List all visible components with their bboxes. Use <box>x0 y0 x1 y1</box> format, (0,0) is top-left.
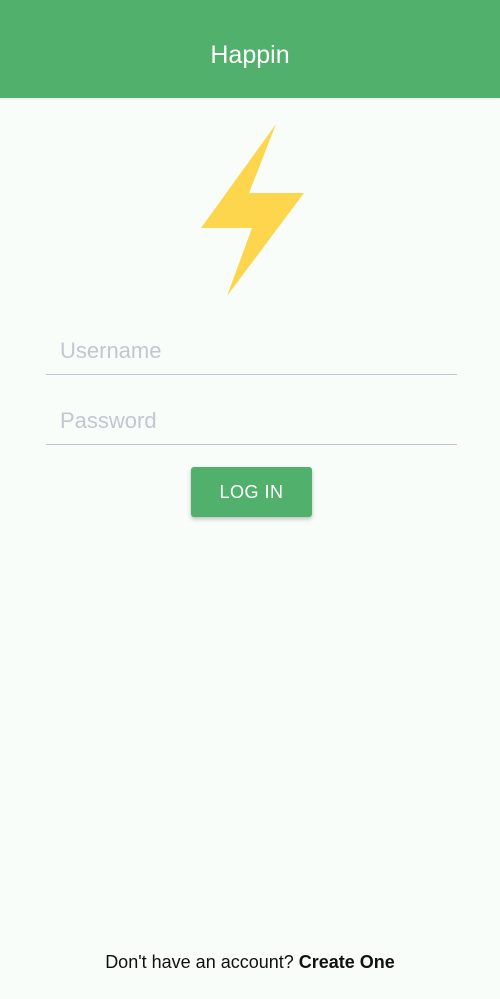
password-field <box>46 398 457 445</box>
create-account-link[interactable]: Create One <box>299 952 395 972</box>
signup-prompt: Don't have an account? Create One <box>0 950 500 974</box>
password-input[interactable] <box>60 398 450 444</box>
app-title: Happin <box>210 41 290 69</box>
signup-prompt-text: Don't have an account? <box>105 952 299 972</box>
username-field <box>46 328 457 375</box>
login-button[interactable]: LOG IN <box>191 467 312 517</box>
app-header: Happin <box>0 0 500 98</box>
lightning-bolt-icon <box>201 124 304 296</box>
username-input[interactable] <box>60 328 450 374</box>
